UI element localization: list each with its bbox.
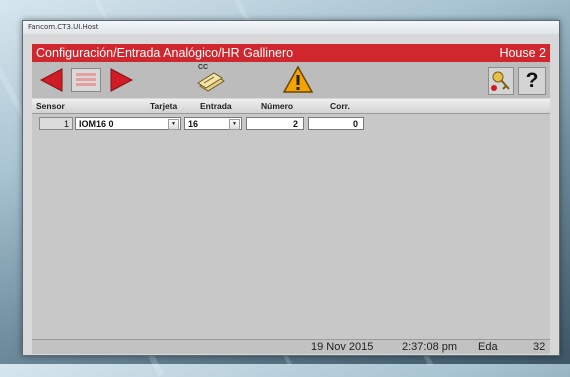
- col-tarjeta: Tarjeta: [150, 101, 178, 111]
- entrada-select[interactable]: 16 ▼: [184, 117, 242, 130]
- status-value: 32: [533, 341, 546, 353]
- warning-icon[interactable]: [282, 65, 314, 100]
- page-header: Configuración/Entrada Analógico/HR Galli…: [32, 44, 550, 62]
- copy-card-icon[interactable]: CC: [194, 64, 228, 96]
- key-icon[interactable]: [488, 67, 514, 95]
- status-label: Eda: [478, 341, 498, 353]
- arrow-right-icon[interactable]: [109, 67, 135, 98]
- status-bar: 19 Nov 2015 2:37:08 pm Eda 32: [32, 339, 550, 354]
- page-title: Configuración/Entrada Analógico/HR Galli…: [36, 46, 294, 60]
- sensor-table: Sensor Tarjeta Entrada Número Corr. 1 IO…: [32, 99, 550, 339]
- arrow-left-icon[interactable]: [38, 67, 64, 98]
- corr-field[interactable]: 0: [308, 117, 364, 130]
- col-corr: Corr.: [330, 101, 350, 111]
- chevron-down-icon[interactable]: ▼: [168, 119, 179, 130]
- grid-icon[interactable]: [71, 68, 101, 92]
- col-entrada: Entrada: [200, 101, 232, 111]
- table-row: 1 IOM16 0 ▼ 16 ▼ 2 0: [32, 115, 550, 134]
- window-title: Fancom.CT3.UI.Host: [23, 21, 559, 34]
- row-index: 1: [39, 117, 73, 130]
- chevron-down-icon[interactable]: ▼: [229, 119, 240, 130]
- toolbar: CC ?: [32, 62, 550, 98]
- table-header: Sensor Tarjeta Entrada Número Corr.: [32, 99, 550, 114]
- house-label: House 2: [499, 46, 546, 60]
- col-numero: Número: [261, 101, 294, 111]
- status-time: 2:37:08 pm: [402, 341, 458, 353]
- status-date: 19 Nov 2015: [311, 341, 374, 353]
- tarjeta-select[interactable]: IOM16 0 ▼: [75, 117, 181, 130]
- help-icon[interactable]: ?: [518, 67, 546, 95]
- numero-field[interactable]: 2: [246, 117, 304, 130]
- entrada-value: 16: [188, 119, 199, 129]
- col-sensor: Sensor: [36, 101, 65, 111]
- application-window: Fancom.CT3.UI.Host Configuración/Entrada…: [22, 20, 560, 356]
- help-glyph: ?: [525, 69, 539, 92]
- tarjeta-value: IOM16 0: [79, 119, 114, 129]
